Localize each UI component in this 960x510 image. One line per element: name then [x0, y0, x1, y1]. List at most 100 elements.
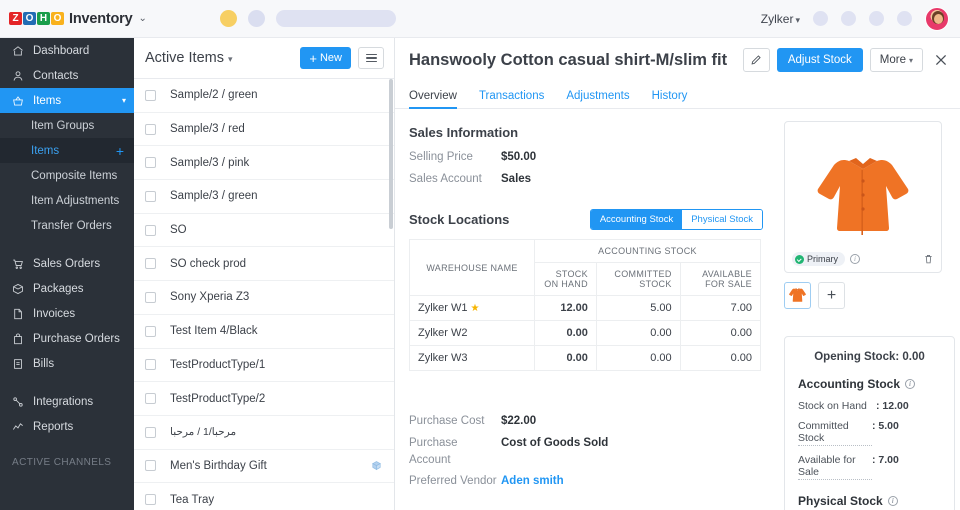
- tab-transactions[interactable]: Transactions: [479, 90, 544, 108]
- sidebar-item-packages[interactable]: Packages: [0, 276, 134, 301]
- list-item[interactable]: مرحبا/1 / مرحبا: [134, 416, 394, 450]
- row-checkbox[interactable]: [145, 426, 156, 438]
- sidebar-subitem-transfer-orders[interactable]: Transfer Orders: [0, 213, 134, 238]
- topbar-nav-dot-3[interactable]: [869, 11, 884, 26]
- row-checkbox[interactable]: [145, 494, 156, 506]
- chevron-down-icon: ▾: [795, 14, 800, 25]
- field-sales-account: Sales Account Sales: [409, 171, 777, 188]
- row-checkbox[interactable]: [145, 393, 156, 405]
- items-list-scroll[interactable]: Sample/2 / green Sample/3 / red Sample/3…: [134, 79, 394, 510]
- list-item[interactable]: SO: [134, 214, 394, 248]
- info-icon[interactable]: i: [905, 379, 916, 389]
- topbar-dot-yellow[interactable]: [219, 10, 237, 27]
- chevron-down-icon[interactable]: ⌄: [138, 13, 146, 24]
- table-header-row-1: WAREHOUSE NAME ACCOUNTING STOCK: [409, 239, 761, 297]
- sidebar-item-sales-orders[interactable]: Sales Orders: [0, 251, 134, 276]
- field-label: Purchase Account: [409, 437, 458, 466]
- image-thumbnail-1[interactable]: [784, 282, 811, 309]
- image-thumbnails: +: [784, 282, 948, 309]
- list-scrollbar[interactable]: [389, 79, 393, 229]
- tab-adjustments[interactable]: Adjustments: [566, 90, 629, 108]
- close-button[interactable]: [930, 52, 949, 68]
- row-checkbox[interactable]: [145, 123, 156, 135]
- sidebar-subitem-item-adjustments[interactable]: Item Adjustments: [0, 188, 134, 213]
- package-icon: [12, 283, 24, 295]
- row-checkbox[interactable]: [145, 325, 156, 337]
- row-checkbox[interactable]: [145, 89, 156, 101]
- edit-button[interactable]: [742, 48, 770, 72]
- topbar-dot-grey[interactable]: [247, 10, 265, 27]
- list-item[interactable]: SO check prod: [134, 247, 394, 282]
- list-item[interactable]: Men's Birthday Gift: [134, 450, 394, 484]
- sidebar-subitem-label: Item Groups: [31, 119, 95, 132]
- sidebar-item-reports[interactable]: Reports: [0, 414, 134, 439]
- topbar-nav-dot-4[interactable]: [897, 11, 912, 26]
- toggle-physical-stock[interactable]: Physical Stock: [682, 210, 762, 230]
- summary-label[interactable]: Committed Stock: [798, 420, 872, 446]
- info-icon[interactable]: i: [850, 254, 860, 264]
- sidebar-subitem-item-groups[interactable]: Item Groups: [0, 113, 134, 138]
- brand-logo[interactable]: Z O H O Inventory ⌄: [0, 11, 147, 27]
- list-item[interactable]: Sample/3 / green: [134, 180, 394, 214]
- stock-locations-title: Stock Locations: [409, 212, 510, 228]
- list-item[interactable]: Test Item 4/Black: [134, 315, 394, 349]
- row-checkbox[interactable]: [145, 460, 156, 472]
- list-item[interactable]: Sample/3 / pink: [134, 146, 394, 181]
- sidebar-item-invoices[interactable]: Invoices: [0, 301, 134, 326]
- list-filter-dropdown[interactable]: Active Items ▾: [145, 49, 233, 67]
- accounting-stock-title: Accounting Stock i: [798, 377, 941, 391]
- close-icon: [933, 52, 949, 68]
- sidebar-item-purchase-orders[interactable]: Purchase Orders: [0, 326, 134, 351]
- add-image-button[interactable]: +: [818, 282, 845, 309]
- list-item[interactable]: Tea Tray: [134, 483, 394, 510]
- summary-row-committed-stock: Committed Stock : 5.00: [798, 420, 941, 446]
- list-item-label: مرحبا/1 / مرحبا: [170, 426, 237, 439]
- topbar-nav-dot-1[interactable]: [813, 11, 828, 26]
- new-item-button[interactable]: + New: [300, 47, 351, 69]
- row-checkbox[interactable]: [145, 359, 156, 371]
- list-menu-button[interactable]: [358, 47, 384, 69]
- page-title: Hanswooly Cotton casual shirt-M/slim fit: [409, 50, 728, 69]
- more-button[interactable]: More ▾: [869, 48, 923, 72]
- zoho-logo-icon: Z O H O: [9, 12, 64, 25]
- sidebar-item-integrations[interactable]: Integrations: [0, 389, 134, 414]
- org-switcher[interactable]: Zylker ▾: [761, 10, 800, 28]
- detail-header: Hanswooly Cotton casual shirt-M/slim fit…: [395, 38, 960, 82]
- sidebar-item-bills[interactable]: Bills: [0, 351, 134, 376]
- row-checkbox[interactable]: [145, 291, 156, 303]
- summary-row-stock-on-hand: Stock on Hand : 12.00: [798, 400, 941, 412]
- sidebar-subitem-items[interactable]: Items +: [0, 138, 134, 163]
- toggle-accounting-stock[interactable]: Accounting Stock: [590, 210, 683, 230]
- avatar[interactable]: [925, 6, 949, 31]
- list-item[interactable]: TestProductType/1: [134, 349, 394, 383]
- delete-image-button[interactable]: [923, 253, 934, 265]
- sidebar-item-items[interactable]: Items ▾: [0, 88, 134, 113]
- summary-label[interactable]: Available for Sale: [798, 454, 872, 480]
- cell-available-for-sale: 0.00: [679, 320, 762, 347]
- list-item[interactable]: Sony Xperia Z3: [134, 281, 394, 315]
- list-item[interactable]: Sample/2 / green: [134, 79, 394, 113]
- row-checkbox[interactable]: [145, 190, 156, 202]
- items-list-panel: Active Items ▾ + New Sample/2 / green Sam…: [134, 38, 395, 510]
- topbar-nav-dot-2[interactable]: [841, 11, 856, 26]
- search-placeholder-bar[interactable]: [275, 10, 396, 27]
- info-icon[interactable]: i: [887, 496, 898, 506]
- cell-committed-stock: 0.00: [595, 345, 681, 372]
- list-item[interactable]: Sample/3 / red: [134, 113, 394, 147]
- list-item[interactable]: TestProductType/2: [134, 382, 394, 416]
- adjust-stock-button[interactable]: Adjust Stock: [776, 48, 863, 72]
- add-item-icon[interactable]: +: [116, 144, 124, 158]
- field-label: Purchase Cost: [409, 415, 485, 428]
- sidebar-item-label: Purchase Orders: [33, 332, 120, 345]
- tab-history[interactable]: History: [652, 90, 688, 108]
- detail-body: Sales Information Selling Price $50.00 S…: [395, 109, 960, 510]
- sidebar-item-dashboard[interactable]: Dashboard: [0, 38, 134, 63]
- sidebar-subitem-composite-items[interactable]: Composite Items: [0, 163, 134, 188]
- tab-overview[interactable]: Overview: [409, 90, 457, 109]
- cell-warehouse: Zylker W3: [409, 345, 535, 372]
- vendor-link[interactable]: Aden smith: [501, 473, 564, 490]
- sidebar-item-contacts[interactable]: Contacts: [0, 63, 134, 88]
- row-checkbox[interactable]: [145, 224, 156, 236]
- row-checkbox[interactable]: [145, 157, 156, 169]
- row-checkbox[interactable]: [145, 258, 156, 270]
